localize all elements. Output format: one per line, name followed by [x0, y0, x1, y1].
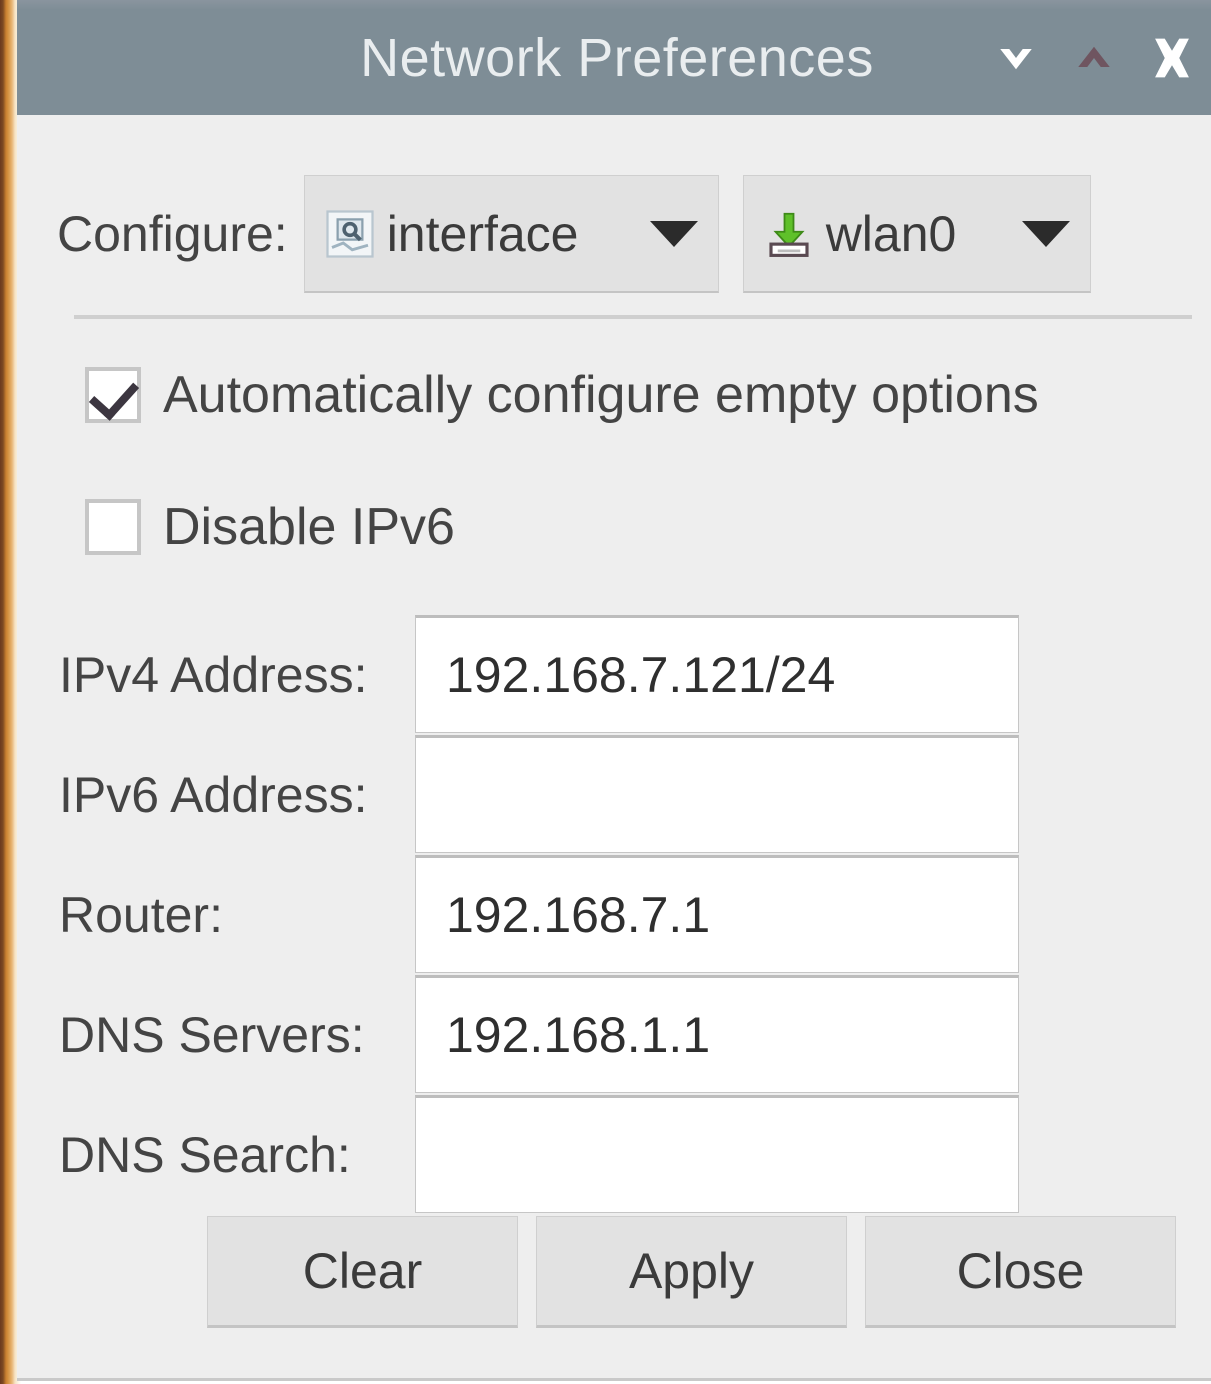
- ipv4-address-value: 192.168.7.121/24: [446, 646, 835, 704]
- configure-row: Configure: interface: [57, 173, 1187, 295]
- apply-button[interactable]: Apply: [536, 1216, 847, 1328]
- ipv4-address-label: IPv4 Address:: [59, 646, 368, 704]
- chevron-up-icon: [1067, 31, 1121, 85]
- network-device-dropdown[interactable]: wlan0: [743, 175, 1091, 293]
- disable-ipv6-checkbox-row[interactable]: Disable IPv6: [85, 497, 455, 557]
- configure-scope-dropdown[interactable]: interface: [304, 175, 719, 293]
- window-title: Network Preferences: [17, 27, 977, 89]
- maximize-button[interactable]: [1055, 0, 1133, 115]
- configure-scope-value: interface: [387, 205, 644, 263]
- disable-ipv6-label: Disable IPv6: [163, 497, 455, 557]
- ipv4-address-input[interactable]: 192.168.7.121/24: [415, 615, 1019, 733]
- chevron-down-icon: [989, 31, 1043, 85]
- minimize-button[interactable]: [977, 0, 1055, 115]
- network-settings-form: IPv4 Address: 192.168.7.121/24 IPv6 Addr…: [17, 615, 1211, 1215]
- router-row: Router: 192.168.7.1: [17, 855, 1211, 975]
- close-action-button[interactable]: Close: [865, 1216, 1176, 1328]
- close-icon: [1143, 29, 1201, 87]
- network-preferences-dialog: Network Preferences: [17, 0, 1211, 1381]
- dialog-button-bar: Clear Apply Close: [207, 1216, 1177, 1328]
- router-label: Router:: [59, 886, 223, 944]
- ipv6-address-label: IPv6 Address:: [59, 766, 368, 824]
- clear-button[interactable]: Clear: [207, 1216, 518, 1328]
- dns-search-input[interactable]: [415, 1095, 1019, 1213]
- dns-servers-label: DNS Servers:: [59, 1006, 365, 1064]
- section-divider: [74, 315, 1192, 319]
- ipv4-address-row: IPv4 Address: 192.168.7.121/24: [17, 615, 1211, 735]
- dns-search-label: DNS Search:: [59, 1126, 351, 1184]
- ipv6-address-row: IPv6 Address:: [17, 735, 1211, 855]
- dialog-body: Configure: interface: [17, 115, 1211, 1381]
- router-input[interactable]: 192.168.7.1: [415, 855, 1019, 973]
- close-button[interactable]: [1133, 0, 1211, 115]
- dns-servers-row: DNS Servers: 192.168.1.1: [17, 975, 1211, 1095]
- ipv6-address-input[interactable]: [415, 735, 1019, 853]
- configure-label: Configure:: [57, 205, 288, 263]
- download-tray-icon: [762, 207, 816, 261]
- dns-servers-value: 192.168.1.1: [446, 1006, 710, 1064]
- dns-servers-input[interactable]: 192.168.1.1: [415, 975, 1019, 1093]
- network-device-value: wlan0: [826, 205, 1016, 263]
- auto-configure-checkbox-row[interactable]: Automatically configure empty options: [85, 365, 1039, 425]
- dns-search-row: DNS Search:: [17, 1095, 1211, 1215]
- auto-configure-label: Automatically configure empty options: [163, 365, 1039, 425]
- chevron-down-icon: [650, 221, 698, 247]
- router-value: 192.168.7.1: [446, 886, 710, 944]
- chevron-down-icon: [1022, 221, 1070, 247]
- auto-configure-checkbox[interactable]: [85, 367, 141, 423]
- disable-ipv6-checkbox[interactable]: [85, 499, 141, 555]
- network-inspect-icon: [323, 207, 377, 261]
- title-bar[interactable]: Network Preferences: [17, 0, 1211, 115]
